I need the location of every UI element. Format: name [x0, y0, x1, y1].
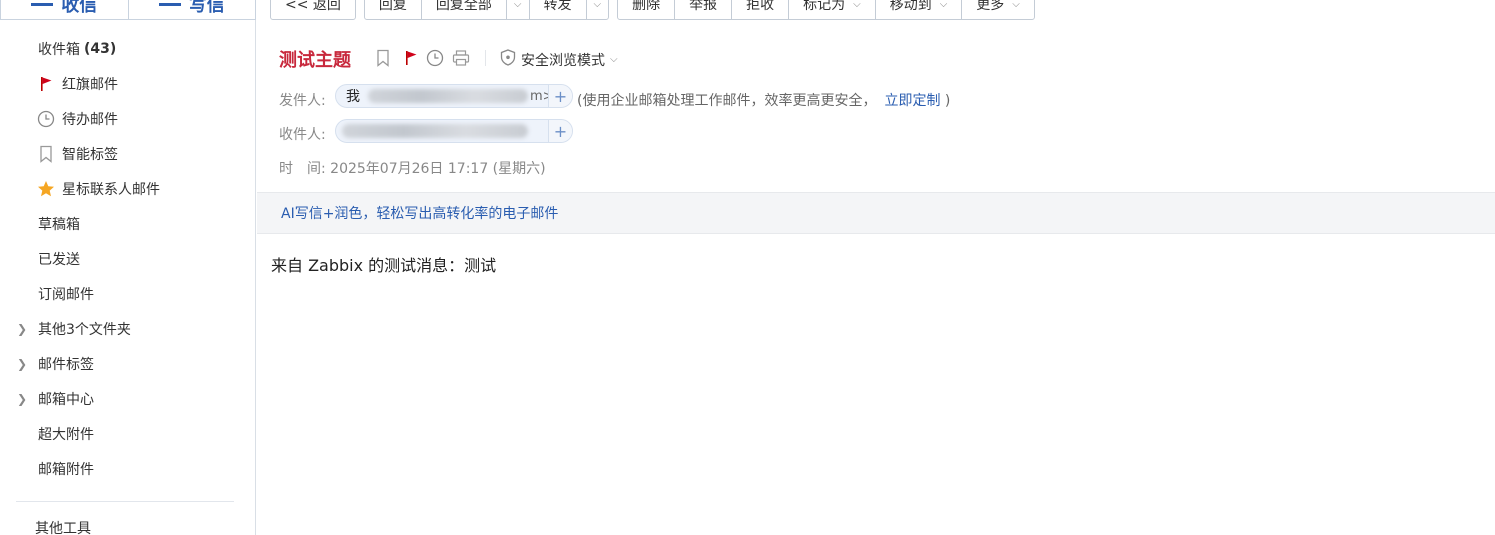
header-divider [485, 50, 486, 66]
mail-body: 来自 Zabbix 的测试消息：测试 [271, 256, 497, 275]
mark-as-button[interactable]: 标记为 ⌵ [789, 0, 876, 19]
safe-mode-dropdown[interactable]: 安全浏览模式 ⌵ [500, 49, 618, 70]
time-line: 时 间: 2025年07月26日 17:17 (星期六) [279, 158, 546, 178]
move-to-button[interactable]: 移动到 ⌵ [876, 0, 963, 19]
more-button[interactable]: 更多 ⌵ [962, 0, 1034, 19]
chevron-down-icon: ⌵ [853, 0, 861, 10]
ai-banner-text[interactable]: AI写信+润色，轻松写出高转化率的电子邮件 [281, 203, 558, 223]
sidebar-item-todo[interactable]: 待办邮件 [0, 101, 256, 136]
sidebar-item-mail-tags[interactable]: ❯ 邮件标签 [0, 346, 256, 381]
add-contact-icon[interactable]: + [548, 120, 572, 142]
sidebar-item-label: 超大附件 [38, 426, 94, 443]
forward-dropdown[interactable]: ⌵ [587, 0, 609, 19]
star-icon [37, 180, 55, 198]
compose-button-label: 写信 [188, 0, 225, 16]
sidebar-item-label: 智能标签 [62, 146, 118, 163]
compose-icon [158, 2, 181, 6]
time-label: 时 间: [279, 161, 326, 177]
sidebar-item-label: 邮件标签 [38, 356, 94, 373]
chevron-down-icon: ⌵ [610, 54, 618, 65]
sidebar-item-label: 红旗邮件 [62, 76, 118, 93]
reply-button[interactable]: 回复 [365, 0, 422, 19]
sidebar-item-sent[interactable]: 已发送 [0, 241, 256, 276]
sidebar-item-starred-contacts[interactable]: 星标联系人邮件 [0, 171, 256, 206]
forward-button[interactable]: 转发 [530, 0, 587, 19]
mail-toolbar: << 返回 回复 回复全部 ⌵ 转发 ⌵ 删除 举报 拒收 标记为 ⌵ 移动到 … [270, 0, 1035, 20]
back-button[interactable]: << 返回 [271, 0, 355, 19]
reply-group: 回复 回复全部 ⌵ 转发 ⌵ [363, 0, 610, 20]
sender-chip[interactable]: 我 m> + [335, 84, 573, 108]
sidebar-item-label: 收件箱 [38, 41, 80, 58]
move-to-label: 移动到 [889, 0, 932, 13]
delete-button[interactable]: 删除 [618, 0, 676, 19]
sidebar-item-mailbox-center[interactable]: ❯ 邮箱中心 [0, 381, 256, 416]
reply-all-dropdown[interactable]: ⌵ [507, 0, 530, 19]
chevron-right-icon[interactable]: ❯ [17, 357, 27, 371]
sidebar-item-subscriptions[interactable]: 订阅邮件 [0, 276, 256, 311]
unread-count: (43) [84, 40, 117, 57]
shield-icon [500, 49, 516, 70]
chevron-down-icon: ⌵ [1012, 0, 1020, 10]
chevron-right-icon[interactable]: ❯ [17, 392, 27, 406]
print-icon[interactable] [452, 49, 470, 67]
sidebar-item-other-tools[interactable]: 其他工具 [0, 510, 256, 535]
sidebar-item-inbox[interactable]: 收件箱 (43) [0, 31, 256, 66]
from-label: 发件人: [279, 93, 326, 109]
top-actions: 收信 写信 [0, 0, 256, 20]
bookmark-icon [37, 145, 55, 163]
sidebar-item-label: 已发送 [38, 251, 80, 268]
sidebar-item-label: 草稿箱 [38, 216, 80, 233]
more-label: 更多 [976, 0, 1005, 13]
sender-address-redacted [368, 89, 528, 103]
sidebar-item-label: 邮箱附件 [38, 461, 94, 478]
inbox-button-label: 收信 [61, 0, 98, 16]
sidebar-item-other-folders[interactable]: ❯ 其他3个文件夹 [0, 311, 256, 346]
report-button[interactable]: 举报 [675, 0, 733, 19]
sidebar: 收信 写信 收件箱 (43) 红旗邮件 待办邮件 智能标签 星标联系人邮件 草稿… [0, 0, 256, 535]
inbox-button[interactable]: 收信 [0, 0, 128, 20]
red-flag-icon[interactable] [402, 49, 420, 67]
sidebar-item-large-attachments[interactable]: 超大附件 [0, 416, 256, 451]
chevron-down-icon: ⌵ [939, 0, 948, 10]
safe-mode-label: 安全浏览模式 [521, 52, 605, 69]
mail-subject: 测试主题 [279, 50, 351, 71]
sender-hint-text: (使用企业邮箱处理工作邮件，效率更高更安全， [577, 93, 877, 109]
clock-icon [37, 110, 55, 128]
sender-hint-end: ) [944, 93, 951, 109]
time-value: 2025年07月26日 17:17 (星期六) [330, 161, 546, 177]
sender-name: 我 [346, 89, 360, 105]
reply-all-button[interactable]: 回复全部 [422, 0, 507, 19]
chevron-down-icon: ⌵ [513, 0, 522, 10]
sidebar-item-flagged[interactable]: 红旗邮件 [0, 66, 256, 101]
customize-link[interactable]: 立即定制 [884, 93, 940, 109]
mark-as-label: 标记为 [803, 0, 846, 13]
sidebar-item-label: 订阅邮件 [38, 286, 94, 303]
add-contact-icon[interactable]: + [548, 85, 572, 107]
chevron-right-icon[interactable]: ❯ [17, 322, 27, 336]
action-group: 删除 举报 拒收 标记为 ⌵ 移动到 ⌵ 更多 ⌵ [617, 0, 1035, 20]
back-group: << 返回 [270, 0, 356, 20]
sidebar-item-mailbox-attachments[interactable]: 邮箱附件 [0, 451, 256, 486]
sidebar-item-label: 星标联系人邮件 [62, 181, 160, 198]
inbox-icon [31, 2, 54, 6]
ai-writing-banner[interactable]: AI写信+润色，轻松写出高转化率的电子邮件 [257, 192, 1495, 234]
sidebar-item-drafts[interactable]: 草稿箱 [0, 206, 256, 241]
compose-button[interactable]: 写信 [127, 0, 256, 20]
reject-button[interactable]: 拒收 [732, 0, 790, 19]
sender-hint: (使用企业邮箱处理工作邮件，效率更高更安全， 立即定制 ) [577, 90, 950, 110]
recipient-address-redacted [342, 124, 528, 138]
sidebar-item-label: 其他工具 [35, 520, 91, 535]
red-flag-icon [37, 75, 55, 93]
recipient-chip[interactable]: + [335, 119, 573, 143]
bookmark-icon[interactable] [374, 49, 392, 67]
sidebar-item-label: 待办邮件 [62, 111, 118, 128]
sidebar-item-label: 其他3个文件夹 [38, 321, 131, 338]
clock-icon[interactable] [426, 49, 444, 67]
sidebar-item-label: 邮箱中心 [38, 391, 94, 408]
to-label: 收件人: [279, 127, 326, 143]
chevron-down-icon: ⌵ [593, 0, 602, 10]
sidebar-divider [16, 501, 234, 502]
sidebar-item-smart-tags[interactable]: 智能标签 [0, 136, 256, 171]
